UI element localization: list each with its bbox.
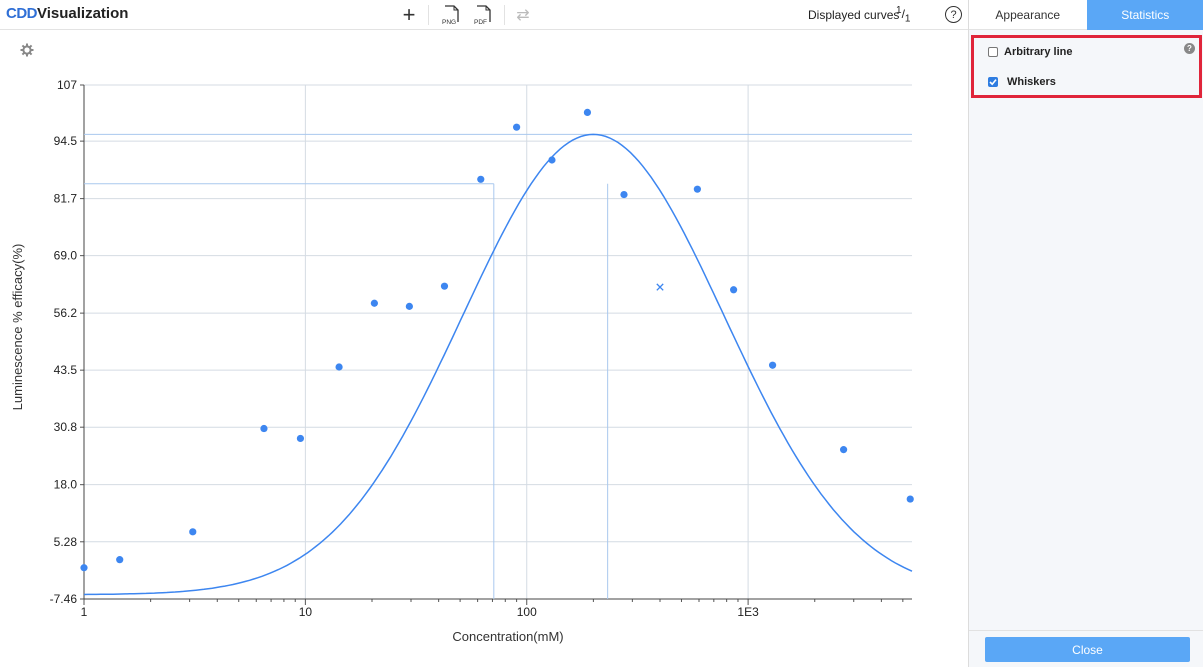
whiskers-label: Whiskers xyxy=(1007,76,1056,88)
toolbar-divider xyxy=(504,5,505,25)
logo-brand: CDD xyxy=(6,5,38,22)
whiskers-checkbox[interactable] xyxy=(988,77,998,87)
sidebar-footer-divider xyxy=(969,630,1203,631)
data-point xyxy=(405,302,413,310)
displayed-curves-denominator: 1 xyxy=(904,13,911,25)
data-point xyxy=(189,528,197,536)
data-point xyxy=(335,363,343,371)
data-point xyxy=(839,446,848,454)
y-tick-label: 5.28 xyxy=(54,535,78,549)
y-tick-label: 43.5 xyxy=(54,363,78,377)
y-tick-label: 30.8 xyxy=(54,420,78,434)
data-point xyxy=(116,556,124,564)
data-point xyxy=(583,108,592,116)
statistics-options-panel: Arbitrary line ? Whiskers xyxy=(971,35,1202,98)
arbitrary-line-label: Arbitrary line xyxy=(1004,46,1073,58)
plus-icon: + xyxy=(402,2,416,27)
data-point xyxy=(296,434,305,443)
pdf-file-icon: PDF xyxy=(474,5,491,26)
pdf-label: PDF xyxy=(474,19,487,26)
data-point xyxy=(370,299,378,307)
logo: CDD Visualization xyxy=(6,5,128,25)
export-png-button[interactable]: PNG xyxy=(440,3,462,27)
data-point xyxy=(768,361,777,369)
data-point xyxy=(440,282,449,290)
header-toolbar: CDD Visualization + PNG PDF ⇄ Displayed xyxy=(0,0,968,30)
x-axis-title: Concentration(mM) xyxy=(452,629,563,644)
displayed-curves-count: 1/1 xyxy=(896,5,911,25)
data-point xyxy=(477,175,485,183)
fit-curve xyxy=(83,133,913,596)
x-tick-label: 1E3 xyxy=(737,605,759,619)
logo-title: Visualization xyxy=(37,5,129,22)
y-tick-label: -7.46 xyxy=(50,592,78,606)
sidebar: Appearance Statistics Arbitrary line ? W… xyxy=(968,0,1203,667)
png-file-icon: PNG xyxy=(442,5,459,26)
png-label: PNG xyxy=(442,19,456,26)
arbitrary-line-checkbox[interactable] xyxy=(988,47,998,57)
chart-svg: 107 94.5 81.7 69.0 56.2 43.5 30.8 18.0 5.28 -7.46… xyxy=(10,78,914,644)
sidebar-tabs: Appearance Statistics xyxy=(969,0,1203,30)
arbitrary-line-option[interactable]: Arbitrary line xyxy=(988,46,1072,58)
data-point xyxy=(906,495,914,503)
x-tick-label: 10 xyxy=(299,605,313,619)
y-tick-label: 107 xyxy=(57,78,77,92)
help-button[interactable]: ? xyxy=(945,6,962,23)
displayed-curves-numerator: 1 xyxy=(896,5,902,16)
x-tick-label: 1 xyxy=(81,605,88,619)
checkmark-icon xyxy=(989,79,997,86)
visualization-app: CDD Visualization + PNG PDF ⇄ Displayed xyxy=(0,0,1203,667)
data-point xyxy=(620,190,628,199)
swap-icon: ⇄ xyxy=(516,7,530,24)
y-axis-title: Luminescence % efficacy(%) xyxy=(10,244,25,411)
y-tick-label: 81.7 xyxy=(54,192,78,206)
excluded-point xyxy=(656,283,664,291)
close-button[interactable]: Close xyxy=(985,637,1190,662)
question-icon: ? xyxy=(950,8,957,21)
tab-appearance[interactable]: Appearance xyxy=(969,0,1087,30)
y-tick-label: 18.0 xyxy=(54,478,78,492)
data-point xyxy=(548,156,556,164)
data-point xyxy=(260,424,268,433)
y-tick-label: 94.5 xyxy=(54,134,78,148)
data-point xyxy=(513,123,521,131)
info-help-icon[interactable]: ? xyxy=(1184,43,1195,54)
y-tick-label: 69.0 xyxy=(54,249,78,263)
x-tick-label: 100 xyxy=(517,605,537,619)
data-point xyxy=(730,286,738,294)
data-point xyxy=(693,185,701,193)
toolbar-divider xyxy=(428,5,429,25)
tab-statistics[interactable]: Statistics xyxy=(1086,0,1203,30)
dose-response-chart[interactable]: 107 94.5 81.7 69.0 56.2 43.5 30.8 18.0 5.28 -7.46… xyxy=(0,30,968,667)
export-pdf-button[interactable]: PDF xyxy=(472,3,494,27)
y-tick-label: 56.2 xyxy=(54,306,78,320)
displayed-curves-label: Displayed curves xyxy=(808,8,900,22)
data-point xyxy=(80,564,88,572)
swap-button[interactable]: ⇄ xyxy=(512,3,534,27)
whiskers-option[interactable]: Whiskers xyxy=(988,76,1056,88)
add-curve-button[interactable]: + xyxy=(398,3,420,27)
